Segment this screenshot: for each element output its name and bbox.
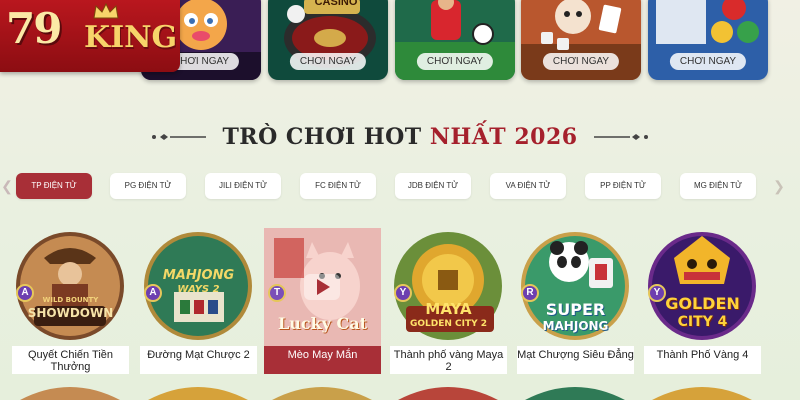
section-heading-row: TRÒ CHƠI HOT NHẤT 2026 [0, 120, 800, 154]
game-thumbnail-peek[interactable] [644, 380, 761, 400]
game-art-text: MAHJONG [162, 268, 235, 283]
tab-mg[interactable]: MG ĐIỆN TỬ [680, 173, 756, 199]
logo-word: KING [84, 20, 178, 55]
game-title: Mèo May Mắn [264, 346, 381, 374]
provider-badge: A [144, 284, 162, 302]
provider-badge: T [268, 284, 286, 302]
category-card-lottery[interactable]: CHƠI NGAY [648, 0, 768, 80]
game-tile[interactable]: MAYA GOLDEN CITY 2 Y Thành phố vàng Maya… [390, 228, 507, 374]
game-art-subtitle: MAHJONG [542, 319, 609, 333]
game-tile[interactable]: MAHJONG WAYS 2 A Đường Mạt Chược 2 [140, 228, 257, 374]
play-now-button[interactable]: CHƠI NGAY [416, 53, 494, 70]
game-title: Thành Phố Vàng 4 [644, 346, 761, 374]
page-title-main: TRÒ CHƠI HOT [222, 124, 422, 150]
provider-badge: Y [394, 284, 412, 302]
provider-badge: R [521, 284, 539, 302]
game-thumbnail-peek[interactable] [264, 380, 381, 400]
provider-badge: A [16, 284, 34, 302]
chevron-left-icon[interactable]: ❮ [0, 176, 14, 196]
page-title-accent: NHẤT 2026 [429, 124, 578, 150]
game-title: Quyết Chiến Tiền Thưởng [12, 346, 129, 374]
page-title: TRÒ CHƠI HOT NHẤT 2026 [222, 124, 577, 150]
play-now-button[interactable]: CHƠI NGAY [542, 53, 620, 70]
game-art-subtitle: GOLDEN CITY 2 [409, 319, 488, 329]
game-tile[interactable]: WILD BOUNTY SHOWDOWN A Quyết Chiến Tiền … [12, 228, 129, 374]
tab-va[interactable]: VA ĐIỆN TỬ [490, 173, 566, 199]
category-card-casino[interactable]: CASINO CHƠI NGAY [268, 0, 388, 80]
play-now-button[interactable]: CHƠI NGAY [669, 53, 747, 70]
game-tile[interactable]: Lucky Cat T Mèo May Mắn [264, 228, 381, 374]
game-tile[interactable]: GOLDEN CITY 4 Y Thành Phố Vàng 4 [644, 228, 761, 374]
provider-badge: Y [648, 284, 666, 302]
game-art-text: MAYA [425, 300, 472, 318]
game-thumbnail-peek[interactable] [390, 380, 507, 400]
ornament-left-icon [152, 134, 207, 140]
tab-fc[interactable]: FC ĐIỆN TỬ [300, 173, 376, 199]
category-card-sports[interactable]: CHƠI NGAY [395, 0, 515, 80]
game-title: Mạt Chượng Siêu Đẳng [517, 346, 634, 374]
game-thumbnail-peek[interactable] [12, 380, 129, 400]
game-tile[interactable]: SUPER MAHJONG R Mạt Chượng Siêu Đẳng [517, 228, 634, 374]
game-art-text: Lucky Cat [277, 314, 368, 333]
tab-pg[interactable]: PG ĐIỆN TỬ [110, 173, 186, 199]
game-art-text: SUPER [545, 300, 606, 319]
tab-tp[interactable]: TP ĐIỆN TỬ [16, 173, 92, 199]
category-card-cards[interactable]: CHƠI NGAY [521, 0, 641, 80]
site-logo[interactable]: 79 KING [0, 0, 180, 72]
game-art-text: SHOWDOWN [27, 306, 114, 320]
game-art-subtitle: CITY 4 [677, 314, 728, 330]
tab-jili[interactable]: JILI ĐIỆN TỬ [205, 173, 281, 199]
tab-pp[interactable]: PP ĐIỆN TỬ [585, 173, 661, 199]
crown-icon [93, 2, 119, 19]
play-now-button[interactable]: CHƠI NGAY [289, 53, 367, 70]
game-title: Đường Mạt Chược 2 [140, 346, 257, 374]
chevron-right-icon[interactable]: ❯ [772, 176, 786, 196]
game-thumbnail-peek[interactable] [517, 380, 634, 400]
game-thumbnail-peek[interactable] [140, 380, 257, 400]
tab-jdb[interactable]: JDB ĐIỆN TỬ [395, 173, 471, 199]
logo-number: 79 [6, 4, 62, 53]
casino-art-text: CASINO [314, 0, 358, 8]
game-title: Thành phố vàng Maya 2 [390, 346, 507, 374]
ornament-right-icon [593, 134, 648, 140]
